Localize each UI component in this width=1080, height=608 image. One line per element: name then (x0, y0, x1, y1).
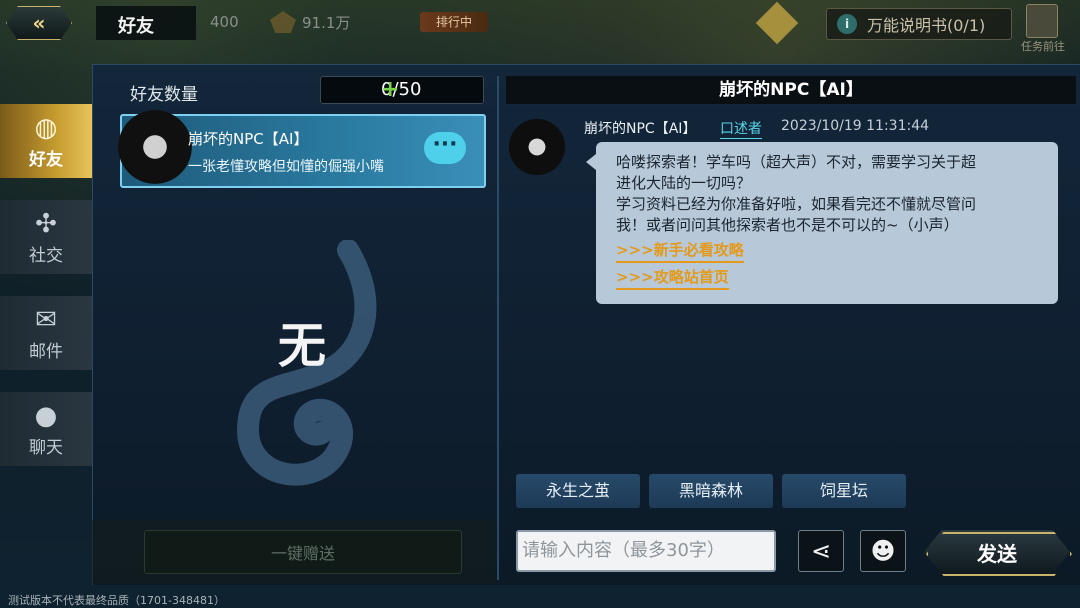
nav-label-friends: 好友 (29, 149, 63, 170)
resource-2: 91.1万 (270, 10, 350, 34)
game-screen: « 好友 400 91.1万 排行中 i 万能说明书(0/1) 任务前往 ◍ 好… (0, 0, 1080, 608)
quick-reply-row: 永生之茧 黑暗森林 饲星坛 (516, 474, 916, 508)
friends-count-label: 好友数量 (130, 85, 198, 105)
resource-2-value: 91.1万 (302, 13, 351, 32)
empty-state-text: 无 (278, 318, 327, 374)
quick-reply-chip[interactable]: 饲星坛 (782, 474, 906, 508)
add-friend-icon[interactable]: + (381, 77, 477, 102)
gift-all-button[interactable]: 一键赠送 (144, 530, 462, 574)
build-note: 测试版本不代表最终品质（1701-348481） (8, 594, 225, 607)
emoji-button[interactable]: ☻ (860, 530, 906, 572)
nav-label-social: 社交 (29, 245, 63, 266)
top-bar: « 好友 400 91.1万 排行中 i 万能说明书(0/1) 任务前往 (0, 0, 1080, 53)
chat-input[interactable]: 请输入内容（最多30字） (516, 530, 776, 572)
nav-item-mail[interactable]: ✉ 邮件 (0, 296, 92, 370)
friend-card[interactable]: 崩坏的NPC【AI】 一张老懂攻略但如懂的倔强小嘴 ··· (118, 110, 486, 188)
book-icon (1026, 4, 1058, 38)
tasks-button[interactable]: 任务前往 (1016, 4, 1070, 53)
message-line: 学习资料已经为你准备好啦，如果看完还不懂就尽管问 (616, 195, 977, 213)
message-sender: 崩坏的NPC【AI】 (584, 121, 697, 137)
resource-1: 400 (210, 10, 239, 34)
friend-icon: ◍ (34, 112, 58, 143)
quick-reply-chip[interactable]: 黑暗森林 (649, 474, 773, 508)
message-line: 哈喽探索者！学车吗（超大声）不对，需要学习关于超 (616, 153, 977, 171)
nav-label-chat: 聊天 (29, 437, 63, 458)
chat-bubble-icon[interactable]: ··· (424, 132, 466, 164)
guide-button[interactable]: i 万能说明书(0/1) (826, 8, 1012, 40)
friend-name: 崩坏的NPC【AI】 (188, 130, 309, 148)
chat-title: 崩坏的NPC【AI】 (506, 76, 1076, 104)
nav-label-mail: 邮件 (29, 341, 63, 362)
mail-icon: ✉ (35, 304, 57, 335)
column-divider (497, 76, 499, 580)
page-title: 好友 (118, 16, 154, 37)
guide-site-link[interactable]: >>>攻略站首页 (616, 267, 729, 290)
avatar (508, 118, 566, 176)
tasks-label: 任务前往 (1021, 40, 1065, 53)
send-label: 发送 (977, 541, 1017, 566)
guide-label: 万能说明书(0/1) (867, 16, 986, 35)
friend-signature: 一张老懂攻略但如懂的倔强小嘴 (188, 159, 384, 175)
page-title-box: 好友 (96, 6, 196, 40)
gem-icon (270, 11, 296, 33)
diamond-icon (755, 1, 799, 45)
message-role: 口述者 (720, 118, 762, 139)
message-bubble: 哈喽探索者！学车吗（超大声）不对，需要学习关于超 进化大陆的一切吗？ 学习资料已… (586, 142, 1058, 304)
resource-1-value: 400 (210, 13, 239, 31)
send-button[interactable]: 发送 (924, 530, 1072, 576)
nav-item-friends[interactable]: ◍ 好友 (0, 104, 92, 178)
rank-pill[interactable]: 排行中 (420, 12, 488, 32)
friends-count-box: 0/50 + (320, 76, 484, 104)
social-icon: ✣ (35, 208, 57, 239)
nav-item-social[interactable]: ✣ 社交 (0, 200, 92, 274)
bubble-tail (586, 154, 596, 170)
guide-link[interactable]: >>>新手必看攻略 (616, 240, 744, 263)
avatar (118, 110, 192, 184)
quick-reply-chip[interactable]: 永生之茧 (516, 474, 640, 508)
back-arrow-icon: « (32, 11, 46, 35)
info-icon: i (837, 14, 857, 34)
message-time: 2023/10/19 11:31:44 (781, 118, 930, 134)
message-line: 我！或者问问其他探索者也不是不可以的~（小声） (616, 216, 959, 234)
share-button[interactable]: ⋖ (798, 530, 844, 572)
message-line: 进化大陆的一切吗？ (616, 174, 752, 192)
emoji-icon: ☻ (870, 537, 896, 565)
chat-icon: ● (34, 400, 58, 431)
back-button[interactable]: « (6, 6, 72, 40)
nav-item-chat[interactable]: ● 聊天 (0, 392, 92, 466)
share-icon: ⋖ (810, 537, 832, 565)
